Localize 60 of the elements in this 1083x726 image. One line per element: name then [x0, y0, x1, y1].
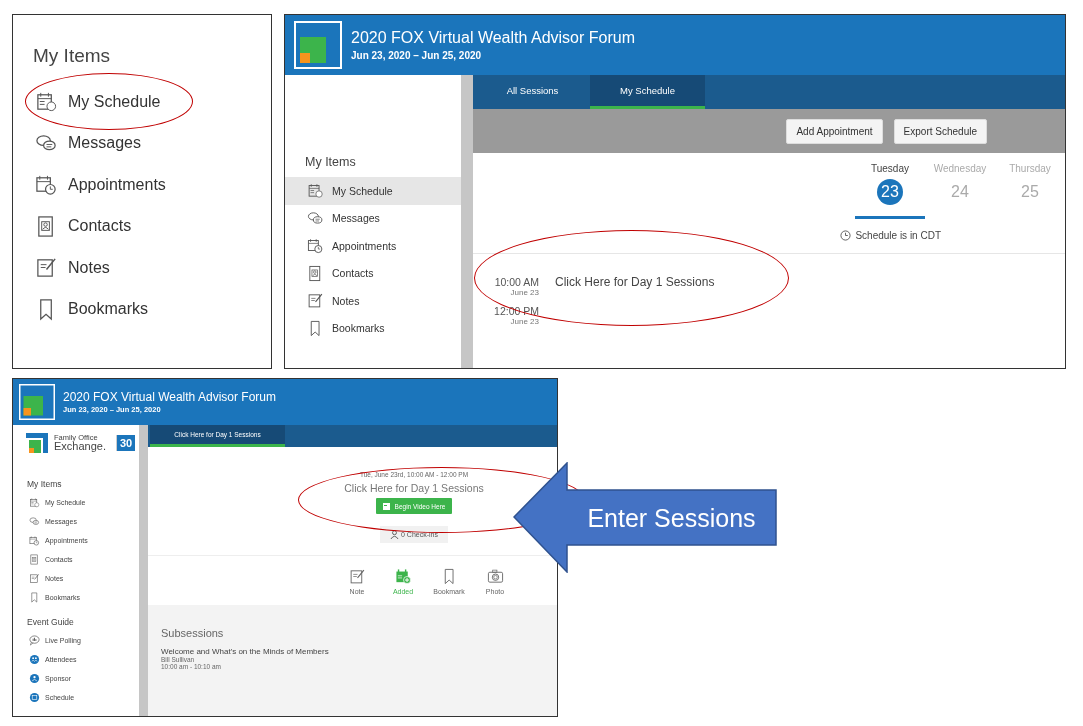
callout-label: Enter Sessions	[586, 502, 757, 534]
contact-card-icon	[29, 554, 40, 565]
note-pencil-icon	[348, 568, 366, 585]
sidebar-item[interactable]: Bookmarks	[285, 314, 461, 342]
calendar-clock-icon	[35, 173, 58, 197]
toolbar-button[interactable]: Export Schedule	[893, 118, 987, 144]
sidebar-item[interactable]: Contacts	[31, 205, 136, 247]
tab[interactable]: All Sessions	[475, 75, 590, 109]
note-pencil-icon	[307, 292, 324, 310]
tab[interactable]: My Schedule	[590, 75, 705, 109]
sidebar-item[interactable]: Bookmarks	[31, 288, 153, 330]
anniversary-badge: 30	[116, 435, 136, 451]
time-label: 10:00 AM	[493, 276, 539, 288]
section-heading: My Items	[26, 479, 63, 489]
event-dates: Jun 23, 2020 – Jun 25, 2020	[351, 50, 483, 61]
section-heading: My Items	[304, 155, 357, 169]
sidebar-item[interactable]: Appointments	[285, 232, 461, 260]
section-heading: Event Guide	[26, 617, 75, 627]
sidebar-item[interactable]: Appointments	[31, 164, 170, 206]
note-pencil-icon	[35, 256, 58, 280]
brand-name: Exchange.	[54, 441, 106, 453]
subsession-title[interactable]: Welcome and What's on the Minds of Members	[161, 647, 557, 656]
logo-icon	[26, 433, 48, 453]
person-circle-icon	[29, 673, 40, 684]
date-label: June 23	[509, 317, 539, 326]
calendar-plus-icon	[394, 568, 412, 585]
person-icon	[390, 530, 399, 539]
clock-icon	[840, 230, 852, 241]
note-pencil-icon	[29, 573, 40, 584]
section-heading: My Items	[33, 45, 112, 67]
calendar-clock-icon	[307, 237, 324, 255]
date-label: June 23	[509, 288, 539, 297]
calendar-circle-icon	[29, 692, 40, 703]
chat-bubbles-icon	[307, 209, 324, 227]
sidebar-item[interactable]: My Schedule	[31, 81, 165, 123]
section-heading: Subsessions	[161, 627, 225, 639]
time-label: 12:00 PM	[493, 305, 539, 317]
sidebar-item[interactable]: My Schedule	[285, 177, 461, 205]
sidebar-item[interactable]: Contacts	[285, 259, 461, 287]
timezone-note: Schedule is in CDT	[855, 230, 941, 241]
scrollbar[interactable]	[461, 75, 473, 368]
people-circle-icon	[29, 654, 40, 665]
scrollbar[interactable]	[139, 425, 148, 716]
sidebar-item[interactable]: Messages	[31, 122, 145, 164]
sidebar-item[interactable]: Notes	[31, 247, 114, 289]
chart-bubble-icon	[29, 635, 40, 646]
chat-bubbles-icon	[29, 516, 40, 527]
sidebar-item[interactable]: Messages	[285, 204, 461, 232]
camera-icon	[486, 568, 504, 585]
event-title: 2020 FOX Virtual Wealth Advisor Forum	[351, 29, 635, 47]
logo-icon	[294, 21, 342, 69]
bookmark-icon	[29, 592, 40, 603]
toolbar-button[interactable]: Add Appointment	[786, 118, 883, 144]
session-title: Click Here for Day 1 Sessions	[344, 482, 484, 494]
day-tab[interactable]: Tuesday 23	[855, 153, 925, 219]
calendar-clock-icon	[29, 535, 40, 546]
logo-icon	[19, 384, 55, 420]
sidebar-item[interactable]: Notes	[285, 287, 461, 315]
session-link[interactable]: Click Here for Day 1 Sessions	[555, 275, 715, 289]
event-title: 2020 FOX Virtual Wealth Advisor Forum	[63, 390, 276, 404]
